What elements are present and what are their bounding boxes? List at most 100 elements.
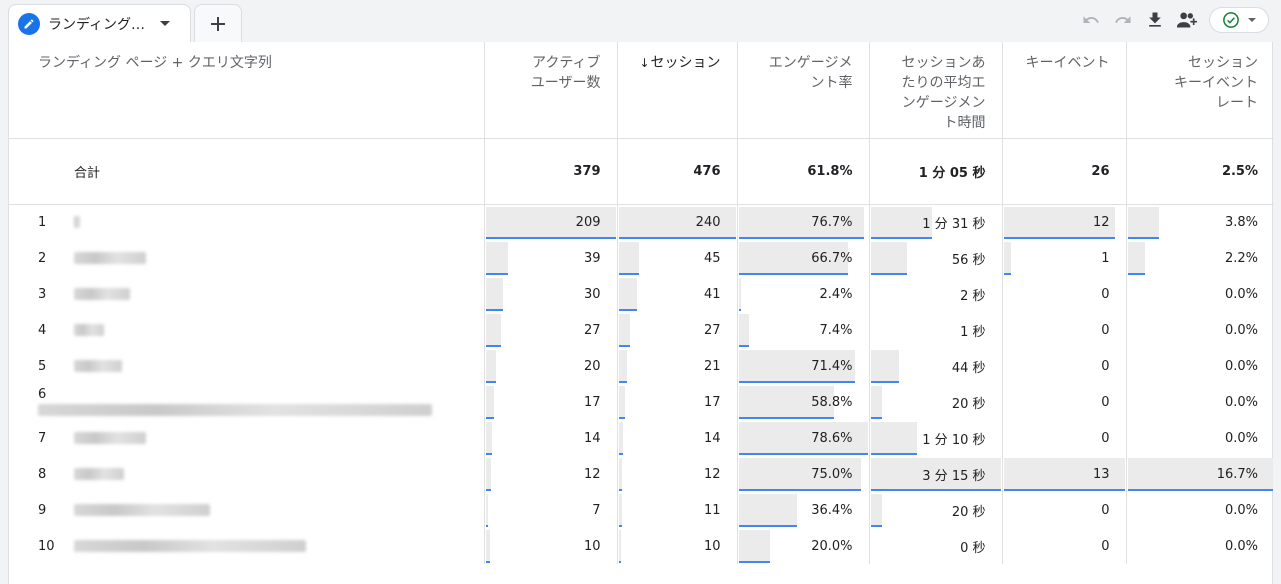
- tab-landing-page[interactable]: ランディング…: [8, 4, 191, 42]
- cell-value: 2 秒: [960, 288, 986, 304]
- cell-engagement-rate: 71.4%: [736, 348, 869, 384]
- row-index: 10: [38, 538, 55, 554]
- table-row[interactable]: 3 30 41 2.4% 2 秒 0 0.0%: [9, 276, 1274, 312]
- cell-value: 14: [583, 430, 601, 446]
- landing-page-cell[interactable]: 8: [9, 456, 484, 492]
- landing-page-cell[interactable]: 3: [9, 276, 484, 312]
- header-session-key-event-rate[interactable]: セッション キーイベント レート: [1125, 42, 1274, 139]
- redacted-landing-page-path: [74, 504, 210, 516]
- header-sessions[interactable]: ↓セッション: [616, 42, 737, 139]
- table-row[interactable]: 6 17 17 58.8% 20 秒 0 0.0%: [9, 384, 1274, 420]
- cell-sessions: 10: [616, 528, 737, 564]
- row-index: 3: [38, 286, 47, 302]
- header-dimension[interactable]: ランディング ページ + クエリ文字列: [9, 42, 484, 139]
- download-button[interactable]: [1139, 6, 1171, 34]
- cell-value: 0.0%: [1224, 394, 1258, 410]
- table-row[interactable]: 9 7 11 36.4% 20 秒 0 0.0%: [9, 492, 1274, 528]
- landing-page-cell[interactable]: 7: [9, 420, 484, 456]
- plus-icon: [211, 16, 225, 31]
- table-row[interactable]: 2 39 45 66.7% 56 秒 1 2.2%: [9, 240, 1274, 276]
- cell-value: 45: [703, 250, 721, 266]
- cell-value: 0: [1101, 394, 1110, 410]
- in-cell-bar: [618, 314, 631, 347]
- landing-page-cell[interactable]: 9: [9, 492, 484, 528]
- cell-avg-engagement-time: 20 秒: [868, 492, 1002, 528]
- table-row[interactable]: 10 10 10 20.0% 0 秒 0 0.0%: [9, 528, 1274, 564]
- share-button[interactable]: [1171, 6, 1203, 34]
- report-table-card: ランディング ページ + クエリ文字列 アクティブ ユーザー数 ↓セッション エ…: [8, 42, 1274, 584]
- report-status-menu[interactable]: [1209, 7, 1269, 33]
- cell-value: 27: [703, 322, 721, 338]
- redacted-landing-page-path: [74, 324, 104, 336]
- landing-page-cell[interactable]: 6: [9, 384, 484, 420]
- report-toolbar: [1075, 6, 1269, 34]
- undo-button[interactable]: [1075, 6, 1107, 34]
- redacted-landing-page-path: [74, 252, 146, 264]
- cell-value: 36.4%: [811, 502, 853, 518]
- landing-page-cell[interactable]: 4: [9, 312, 484, 348]
- cell-value: 20: [583, 358, 601, 374]
- header-avg-engagement-time[interactable]: セッションあ たりの平均エ ンゲージメン ト時間: [868, 42, 1002, 139]
- cell-value: 0.0%: [1224, 322, 1258, 338]
- table-row[interactable]: 4 27 27 7.4% 1 秒 0 0.0%: [9, 312, 1274, 348]
- table-row[interactable]: 7 14 14 78.6% 1 分 10 秒 0 0.0%: [9, 420, 1274, 456]
- in-cell-bar: [618, 530, 622, 563]
- row-index: 7: [38, 430, 47, 446]
- cell-value: 0: [1101, 538, 1110, 554]
- cell-active-users: 7: [483, 492, 617, 528]
- chevron-down-icon[interactable]: [160, 21, 170, 26]
- cell-value: 1: [1101, 250, 1110, 266]
- cell-sessions: 12: [616, 456, 737, 492]
- header-active-users[interactable]: アクティブ ユーザー数: [483, 42, 617, 139]
- add-tab-button[interactable]: [194, 4, 242, 42]
- cell-avg-engagement-time: 0 秒: [868, 528, 1002, 564]
- cell-value: 1 秒: [960, 324, 986, 340]
- row-index: 4: [38, 322, 47, 338]
- cell-value: 21: [703, 358, 721, 374]
- in-cell-bar: [618, 422, 624, 455]
- cell-avg-engagement-time: 2 秒: [868, 276, 1002, 312]
- redacted-landing-page-path: [74, 216, 80, 229]
- cell-value: 0: [1101, 322, 1110, 338]
- in-cell-bar: [870, 386, 883, 419]
- cell-key-events: 12: [1001, 204, 1126, 240]
- cell-key-events: 0: [1001, 312, 1126, 348]
- cell-value: 2.4%: [819, 286, 853, 302]
- redacted-landing-page-path: [74, 468, 124, 480]
- table-row[interactable]: 8 12 12 75.0% 3 分 15 秒 13 16.7%: [9, 456, 1274, 492]
- cell-value: 0.0%: [1224, 358, 1258, 374]
- total-engagement-rate: 61.8%: [736, 138, 869, 205]
- cell-value: 0: [1101, 358, 1110, 374]
- cell-value: 76.7%: [811, 214, 853, 230]
- table-row[interactable]: 1 209 240 76.7% 1 分 31 秒 12 3.8%: [9, 204, 1274, 240]
- landing-page-cell[interactable]: 2: [9, 240, 484, 276]
- row-index: 6: [38, 387, 47, 402]
- cell-avg-engagement-time: 3 分 15 秒: [868, 456, 1002, 492]
- redacted-landing-page-path: [74, 288, 130, 300]
- download-icon: [1149, 12, 1161, 27]
- cell-value: 11: [703, 502, 721, 518]
- data-table: ランディング ページ + クエリ文字列 アクティブ ユーザー数 ↓セッション エ…: [9, 42, 1274, 564]
- redo-button[interactable]: [1107, 6, 1139, 34]
- header-key-events[interactable]: キーイベント: [1001, 42, 1126, 139]
- cell-key-events: 0: [1001, 384, 1126, 420]
- cell-sessions: 11: [616, 492, 737, 528]
- redacted-landing-page-path: [74, 432, 146, 444]
- landing-page-cell[interactable]: 5: [9, 348, 484, 384]
- cell-value: 78.6%: [811, 430, 853, 446]
- cell-value: 209: [575, 214, 601, 230]
- landing-page-cell[interactable]: 10: [9, 528, 484, 564]
- cell-sessions: 240: [616, 204, 737, 240]
- cell-value: 16.7%: [1216, 466, 1258, 482]
- total-key-events: 26: [1001, 138, 1126, 205]
- in-cell-bar: [485, 386, 495, 419]
- in-cell-bar: [1127, 242, 1146, 275]
- header-engagement-rate[interactable]: エンゲージメ ント率: [736, 42, 869, 139]
- in-cell-bar: [618, 494, 623, 527]
- cell-sessions: 17: [616, 384, 737, 420]
- cell-engagement-rate: 20.0%: [736, 528, 869, 564]
- cell-value: 7.4%: [819, 322, 853, 338]
- cell-session-key-event-rate: 2.2%: [1125, 240, 1274, 276]
- landing-page-cell[interactable]: 1: [9, 204, 484, 240]
- table-row[interactable]: 5 20 21 71.4% 44 秒 0 0.0%: [9, 348, 1274, 384]
